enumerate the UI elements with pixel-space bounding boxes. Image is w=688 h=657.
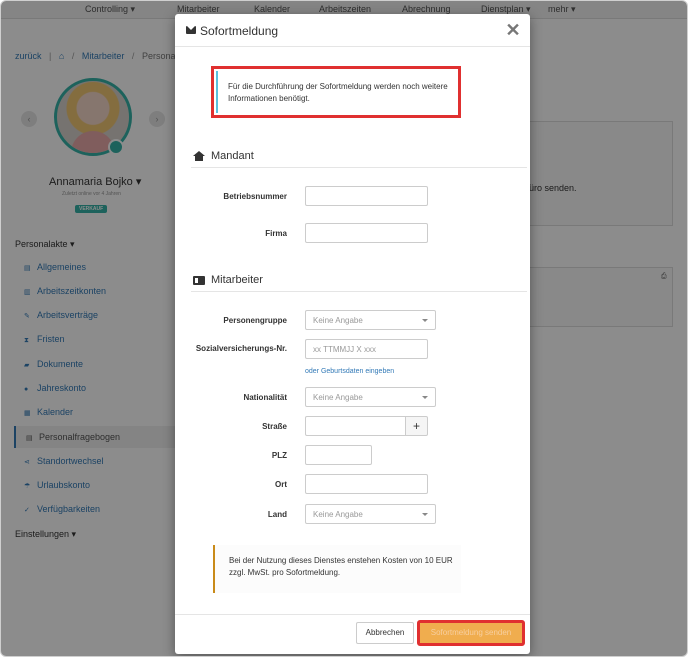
ort-input[interactable]: [305, 474, 428, 494]
firma-label: Firma: [265, 229, 287, 238]
info-message: Für die Durchführung der Sofortmeldung w…: [216, 71, 456, 113]
personengruppe-select[interactable]: Keine Angabe: [305, 310, 436, 330]
betriebsnummer-input[interactable]: [305, 186, 428, 206]
land-label: Land: [267, 510, 287, 519]
submit-button-label: Sofortmeldung senden: [423, 626, 519, 640]
section-mandant: Mandant: [191, 148, 527, 168]
info-alert: Für die Durchführung der Sofortmeldung w…: [211, 66, 461, 118]
nationalitaet-select[interactable]: Keine Angabe: [305, 387, 436, 407]
chevron-down-icon: [422, 319, 428, 322]
modal-header: Sofortmeldung ✕: [175, 14, 530, 47]
chevron-down-icon: [422, 396, 428, 399]
section-title: Mandant: [211, 150, 254, 162]
sofortmeldung-modal: Sofortmeldung ✕ Für die Durchführung der…: [175, 14, 530, 654]
betriebsnummer-label: Betriebsnummer: [223, 192, 287, 201]
app-window: Controlling ▾ Mitarbeiter Kalender Arbei…: [0, 0, 688, 657]
ort-label: Ort: [275, 480, 287, 489]
home-icon: [193, 151, 205, 161]
sozialversicherung-label: Sozialversicherungs-Nr.: [195, 344, 287, 353]
strasse-input[interactable]: [305, 416, 406, 436]
plz-input[interactable]: [305, 445, 372, 465]
nationalitaet-label: Nationalität: [243, 393, 287, 402]
land-select[interactable]: Keine Angabe: [305, 504, 436, 524]
envelope-icon: [186, 26, 196, 34]
close-icon[interactable]: ✕: [505, 20, 521, 40]
chevron-down-icon: [422, 513, 428, 516]
add-button[interactable]: +: [405, 416, 428, 436]
id-card-icon: [193, 276, 205, 285]
cost-notice: Bei der Nutzung dieses Dienstes enstehen…: [213, 545, 461, 593]
geburtsdaten-link[interactable]: oder Geburtsdaten eingeben: [305, 368, 394, 375]
submit-button[interactable]: Sofortmeldung senden: [417, 620, 525, 646]
section-title: Mitarbeiter: [211, 274, 263, 286]
cancel-button[interactable]: Abbrechen: [356, 622, 414, 644]
section-mitarbeiter: Mitarbeiter: [191, 272, 527, 292]
personengruppe-label: Personengruppe: [223, 316, 287, 325]
modal-title: Sofortmeldung: [200, 24, 279, 38]
plz-label: PLZ: [271, 451, 287, 460]
firma-input[interactable]: [305, 223, 428, 243]
sozialversicherung-input[interactable]: [305, 339, 428, 359]
strasse-label: Straße: [262, 422, 287, 431]
